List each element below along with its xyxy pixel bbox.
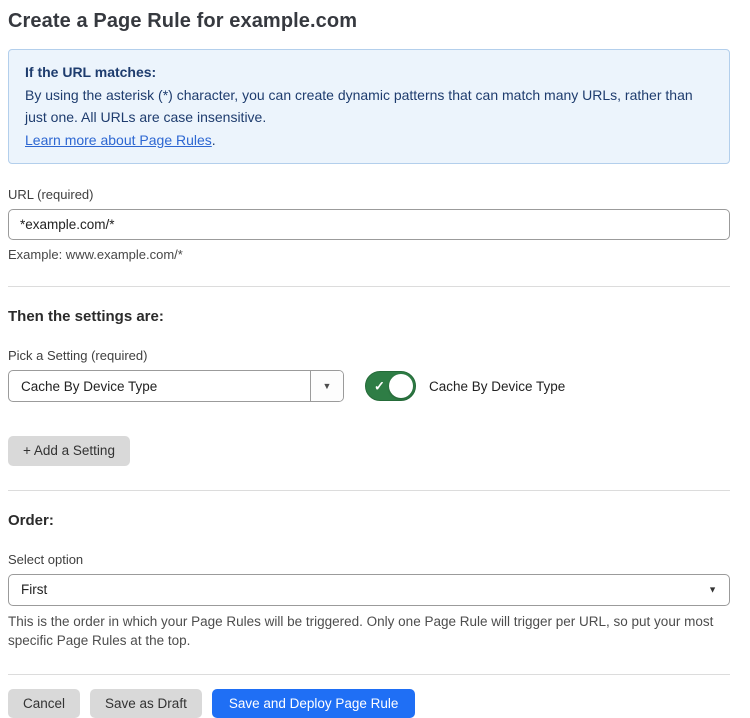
info-box-heading: If the URL matches:	[25, 61, 713, 84]
pick-setting-label: Pick a Setting (required)	[8, 348, 730, 363]
add-setting-button[interactable]: + Add a Setting	[8, 436, 130, 466]
page-title: Create a Page Rule for example.com	[8, 10, 730, 33]
setting-select-arrow-button[interactable]: ▼	[310, 371, 343, 401]
chevron-down-icon: ▼	[708, 585, 717, 594]
save-and-deploy-button[interactable]: Save and Deploy Page Rule	[212, 689, 416, 718]
order-select[interactable]: First ▼	[8, 574, 730, 606]
setting-select[interactable]: Cache By Device Type ▼	[8, 370, 344, 402]
select-option-label: Select option	[8, 552, 730, 567]
divider	[8, 490, 730, 491]
toggle-label: Cache By Device Type	[429, 379, 565, 394]
check-icon: ✓	[374, 380, 385, 393]
settings-section-heading: Then the settings are:	[8, 308, 730, 325]
order-section-heading: Order:	[8, 512, 730, 529]
cache-by-device-type-toggle[interactable]: ✓	[365, 371, 416, 401]
divider	[8, 674, 730, 675]
setting-row: Cache By Device Type ▼ ✓ Cache By Device…	[8, 370, 730, 402]
toggle-knob	[389, 374, 413, 398]
learn-more-link[interactable]: Learn more about Page Rules	[25, 132, 212, 148]
footer-actions: Cancel Save as Draft Save and Deploy Pag…	[8, 689, 730, 718]
divider	[8, 286, 730, 287]
link-period: .	[212, 132, 216, 148]
order-helper-text: This is the order in which your Page Rul…	[8, 612, 730, 650]
order-select-value: First	[21, 582, 47, 597]
url-field-label: URL (required)	[8, 187, 730, 202]
info-box-link-line: Learn more about Page Rules.	[25, 129, 713, 152]
cancel-button[interactable]: Cancel	[8, 689, 80, 718]
info-box-body: By using the asterisk (*) character, you…	[25, 84, 713, 129]
url-example-helper: Example: www.example.com/*	[8, 247, 730, 262]
url-match-info-box: If the URL matches: By using the asteris…	[8, 49, 730, 164]
setting-select-value: Cache By Device Type	[9, 371, 310, 401]
url-input[interactable]	[8, 209, 730, 240]
create-page-rule-form: Create a Page Rule for example.com If th…	[8, 0, 730, 718]
save-as-draft-button[interactable]: Save as Draft	[90, 689, 202, 718]
chevron-down-icon: ▼	[323, 382, 332, 391]
